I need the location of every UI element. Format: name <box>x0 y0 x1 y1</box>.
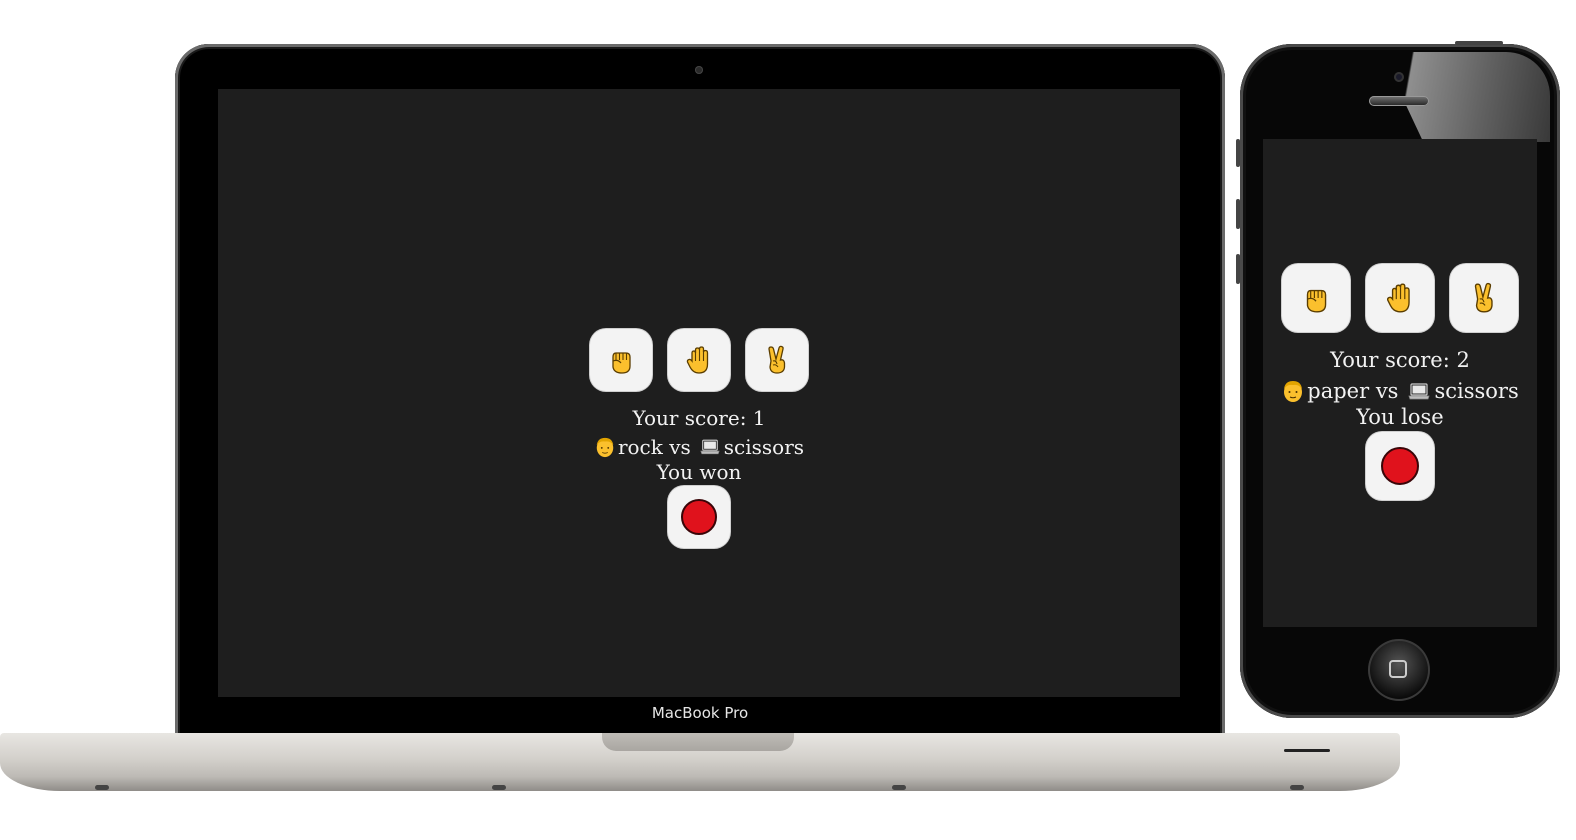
laptop-foot <box>1290 785 1304 790</box>
score-text: Your score: 2 <box>1330 348 1470 372</box>
laptop-notch <box>602 733 794 751</box>
raised-hand-icon <box>1383 281 1417 315</box>
choice-buttons <box>582 329 816 391</box>
player-choice: paper <box>1307 378 1370 403</box>
player-choice: rock <box>617 435 663 459</box>
computer-choice: scissors <box>1434 378 1519 403</box>
match-line: paper vs scissors <box>1281 378 1519 403</box>
speaker-grille <box>1369 96 1429 106</box>
result-text: You lose <box>1356 405 1444 429</box>
laptop-foot <box>892 785 906 790</box>
laptop-screen: Your score: 1 rock vs scissors You won <box>218 89 1180 697</box>
paper-button[interactable] <box>668 329 730 391</box>
laptop-computer-icon <box>700 439 720 455</box>
rock-button[interactable] <box>1282 264 1350 332</box>
laptop-foot <box>492 785 506 790</box>
laptop-frame: Your score: 1 rock vs scissors You won M… <box>175 44 1225 739</box>
person-face-icon <box>1281 379 1305 403</box>
computer-choice: scissors <box>723 435 805 459</box>
brand-label: MacBook Pro <box>651 704 749 722</box>
victory-hand-icon <box>761 344 793 376</box>
laptop-base <box>0 733 1400 791</box>
raised-fist-icon <box>605 344 637 376</box>
laptop-computer-icon <box>1408 383 1430 400</box>
volume-up-button <box>1236 199 1240 229</box>
match-line: rock vs scissors <box>594 436 804 458</box>
red-circle-icon <box>1381 447 1419 485</box>
home-button[interactable] <box>1368 639 1430 701</box>
paper-button[interactable] <box>1366 264 1434 332</box>
laptop-foot <box>95 785 109 790</box>
scissors-button[interactable] <box>1450 264 1518 332</box>
vs-label: vs <box>669 435 691 459</box>
phone-frame: Your score: 2 paper vs scissors You lose <box>1236 41 1560 718</box>
home-square-icon <box>1389 660 1407 678</box>
power-button <box>1455 41 1503 45</box>
score-text: Your score: 1 <box>632 406 766 430</box>
result-text: You won <box>656 460 742 484</box>
raised-hand-icon <box>683 344 715 376</box>
camera-icon <box>695 66 703 74</box>
front-camera-icon <box>1394 72 1404 82</box>
phone-screen: Your score: 2 paper vs scissors You lose <box>1263 139 1537 627</box>
scissors-button[interactable] <box>746 329 808 391</box>
laptop-slot <box>1284 749 1330 752</box>
mute-switch <box>1236 139 1240 167</box>
game-app: Your score: 2 paper vs scissors You lose <box>1263 264 1537 500</box>
volume-down-button <box>1236 254 1240 284</box>
red-circle-icon <box>681 499 717 535</box>
vs-label: vs <box>1375 378 1399 403</box>
game-app: Your score: 1 rock vs scissors You won <box>218 329 1180 548</box>
record-button[interactable] <box>1366 432 1434 500</box>
choice-buttons <box>1274 264 1526 332</box>
raised-fist-icon <box>1299 281 1333 315</box>
victory-hand-icon <box>1467 281 1501 315</box>
record-button[interactable] <box>668 486 730 548</box>
rock-button[interactable] <box>590 329 652 391</box>
person-face-icon <box>594 436 616 458</box>
